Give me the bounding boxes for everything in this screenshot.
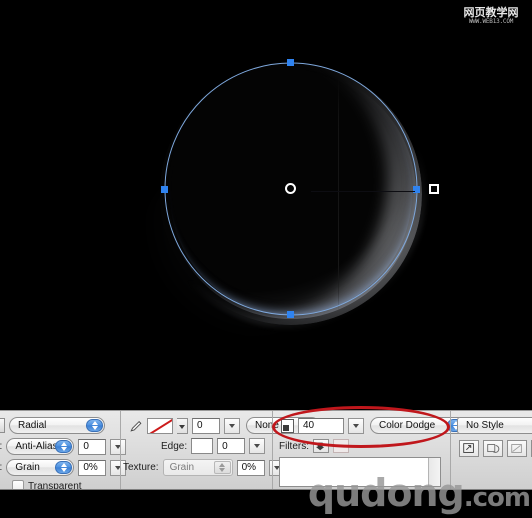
path-anchor-top[interactable] xyxy=(287,59,294,66)
sphere-seam-line xyxy=(338,77,339,311)
stroke-color-none-swatch[interactable] xyxy=(147,417,173,434)
watermark-url-text: WWW.WEB13.COM xyxy=(468,18,514,25)
edge-mode-dropdown[interactable]: Anti-Alias xyxy=(6,438,75,455)
add-filter-icon xyxy=(315,442,325,451)
chevron-updown-icon xyxy=(213,461,231,474)
watermark-cn-text: 网页教学网 xyxy=(463,6,519,19)
gradient-radius-line xyxy=(311,191,415,192)
gradient-type-dropdown[interactable]: Radial xyxy=(9,417,105,434)
path-anchor-bottom[interactable] xyxy=(287,311,294,318)
stroke-texture-value-field[interactable]: 0% xyxy=(236,459,265,476)
chevron-updown-icon xyxy=(55,440,73,453)
clear-style-icon xyxy=(511,444,522,453)
edge-mode-value: Anti-Alias xyxy=(15,441,58,452)
transparent-checkbox[interactable] xyxy=(12,480,24,489)
filters-listbox[interactable] xyxy=(279,457,441,487)
gradient-preview-swatch[interactable] xyxy=(0,418,5,433)
gradient-sphere-artwork[interactable] xyxy=(138,59,426,339)
transparent-label: Transparent xyxy=(28,480,82,490)
texture-value-field[interactable]: 0% xyxy=(78,459,107,476)
opacity-icon xyxy=(281,418,294,433)
opacity-dropdown-button[interactable] xyxy=(348,417,364,434)
add-filter-button[interactable] xyxy=(313,439,329,453)
gradient-type-value: Radial xyxy=(18,420,47,431)
stroke-edge-label: Edge: xyxy=(161,440,188,452)
watermark-top-right: 网页教学网 WWW.WEB13.COM xyxy=(455,5,527,28)
image-canvas[interactable]: 网页教学网 WWW.WEB13.COM xyxy=(0,0,532,410)
filters-label: Filters: xyxy=(279,440,309,452)
texture-type-dropdown[interactable]: Grain xyxy=(6,459,75,476)
apply-style-icon xyxy=(463,443,474,453)
pencil-tool-icon[interactable] xyxy=(129,419,143,433)
fill-options-group: Radial e: Anti-Alias 0 e: Grain 0% Tra xyxy=(0,411,127,490)
stroke-texture-value: Grain xyxy=(169,462,195,473)
clear-style-button[interactable] xyxy=(507,440,527,457)
stroke-texture-label: Texture: xyxy=(123,462,159,473)
edge-mode-label: e: xyxy=(0,441,2,452)
stroke-color-dropdown-button[interactable] xyxy=(177,417,188,434)
gradient-radius-handle-inner xyxy=(431,186,437,192)
reset-style-icon xyxy=(487,444,500,453)
filters-listbox-scrollbar[interactable] xyxy=(428,458,440,486)
style-dropdown[interactable]: No Style xyxy=(457,417,532,434)
opacity-value-field[interactable]: 40 xyxy=(298,417,344,434)
chevron-updown-icon xyxy=(86,419,103,432)
sphere-outer-rim-glow xyxy=(156,59,426,329)
path-anchor-left[interactable] xyxy=(161,186,168,193)
edge-value-field[interactable]: 0 xyxy=(78,438,107,455)
apply-style-button[interactable] xyxy=(459,440,479,457)
stroke-edge-value-field[interactable]: 0 xyxy=(217,438,246,454)
no-color-slash-icon xyxy=(148,418,172,433)
stroke-size-dropdown-button[interactable] xyxy=(224,417,240,434)
blend-mode-value: Color Dodge xyxy=(379,420,436,431)
stroke-edge-dropdown-button[interactable] xyxy=(249,438,266,454)
texture-type-value: Grain xyxy=(15,462,40,473)
style-value: No Style xyxy=(466,420,504,431)
chevron-updown-icon xyxy=(55,461,73,474)
stroke-options-group: 0 None Edge: 0 Texture: Grain 0% xyxy=(120,411,320,489)
style-options-group: No Style xyxy=(450,411,532,489)
delete-filter-button[interactable] xyxy=(333,439,349,453)
blend-options-group: 40 Color Dodge Filters: xyxy=(272,411,466,489)
tool-options-bar[interactable]: Radial e: Anti-Alias 0 e: Grain 0% Tra xyxy=(0,410,532,490)
stroke-texture-dropdown[interactable]: Grain xyxy=(162,459,233,476)
stroke-size-field[interactable]: 0 xyxy=(192,417,220,434)
gradient-center-handle[interactable] xyxy=(285,183,296,194)
stroke-edge-swatch-field[interactable] xyxy=(191,438,214,454)
reset-style-button[interactable] xyxy=(483,440,503,457)
texture-mode-label: e: xyxy=(0,462,2,473)
